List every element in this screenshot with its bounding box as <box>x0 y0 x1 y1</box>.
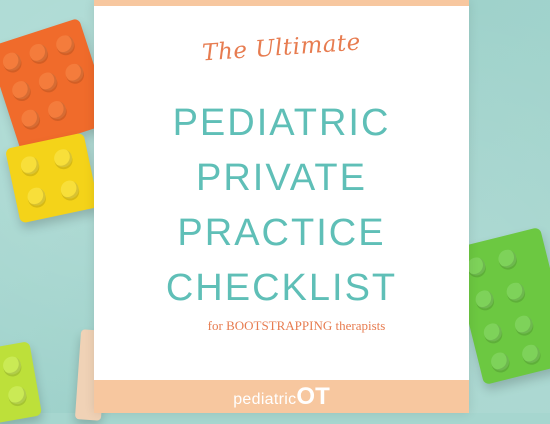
top-accent-band <box>94 0 469 6</box>
checklist-cover-card[interactable]: The Ultimate PEDIATRIC PRIVATE PRACTICE … <box>94 0 469 413</box>
title-line-1: PEDIATRIC <box>172 102 391 144</box>
title-line-4: CHECKLIST <box>165 267 398 309</box>
yellow-lego-brick <box>4 132 100 224</box>
lego-stud <box>9 78 33 102</box>
lego-stud <box>512 313 535 336</box>
title-line-3: PRACTICE <box>177 212 386 254</box>
subtitle: for BOOTSTRAPPING therapists <box>207 318 386 333</box>
logo-ot-mark: OT <box>296 383 330 410</box>
lego-stud <box>52 147 74 169</box>
lego-stud <box>489 350 511 373</box>
lego-stud <box>25 185 48 208</box>
lego-stud <box>27 41 50 65</box>
lego-stud <box>59 178 81 201</box>
lego-stud <box>1 355 23 376</box>
eyebrow-script-text: The Ultimate <box>201 29 362 67</box>
lego-stud <box>520 342 543 365</box>
lego-stud <box>6 384 28 406</box>
lego-stud <box>19 107 42 131</box>
lego-stud <box>481 321 504 344</box>
lego-stud <box>496 247 519 270</box>
pediatric-ot-logo[interactable]: pediatricOT <box>94 383 469 411</box>
title-line-2: PRIVATE <box>196 157 367 199</box>
footer-band: pediatricOT <box>94 380 469 413</box>
logo-word: pediatric <box>233 391 297 408</box>
lego-stud <box>0 50 24 73</box>
lego-stud <box>36 70 60 93</box>
lego-stud <box>504 280 527 303</box>
lego-stud <box>45 98 69 122</box>
lego-stud <box>473 288 496 311</box>
lego-stud <box>53 32 77 56</box>
lego-stud <box>63 61 86 85</box>
lego-stud <box>19 154 41 176</box>
